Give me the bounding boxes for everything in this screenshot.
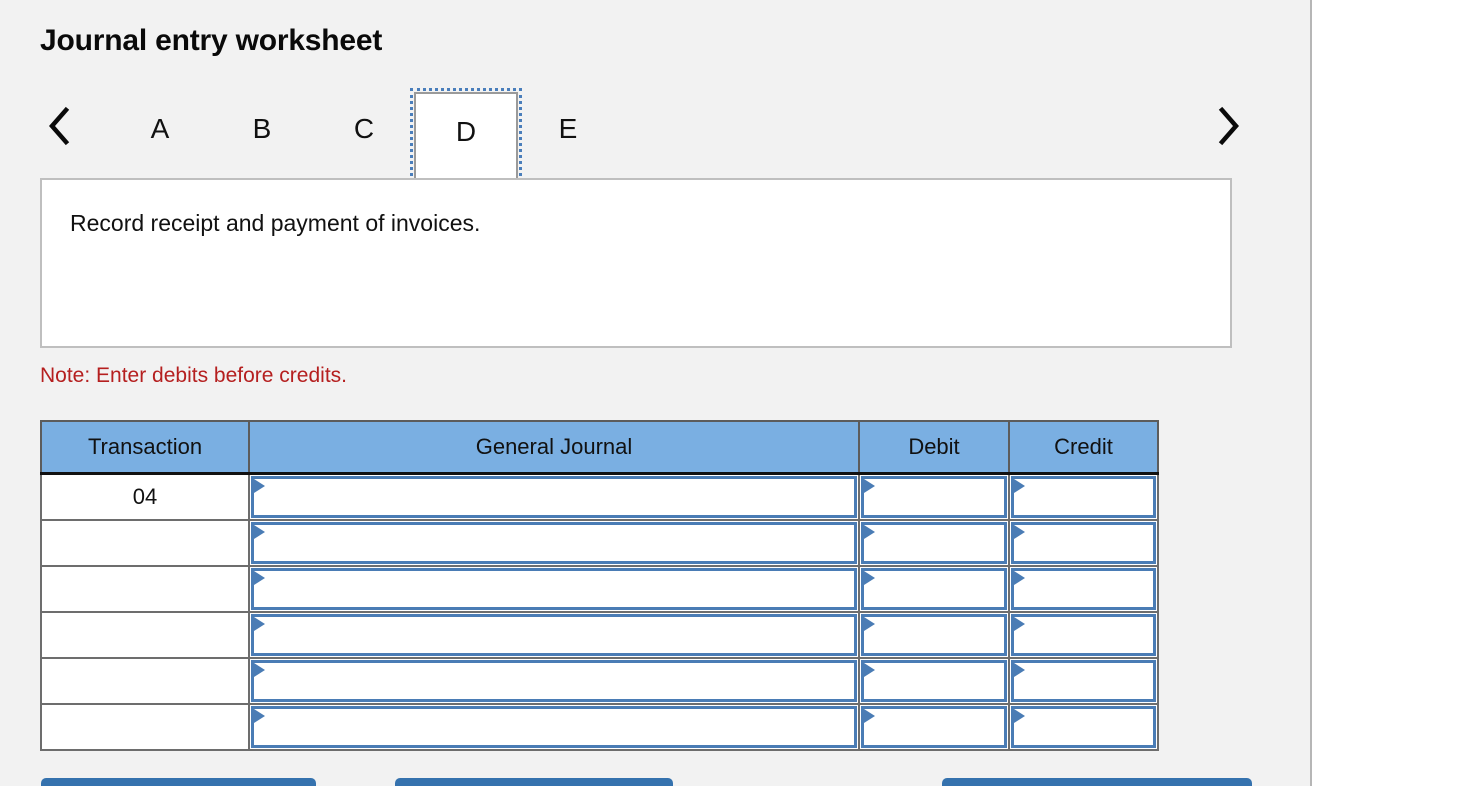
table-row <box>40 610 1159 659</box>
entry-description-text: Record receipt and payment of invoices. <box>70 210 481 236</box>
credit-input[interactable] <box>1011 705 1156 748</box>
debit-input[interactable] <box>861 475 1007 518</box>
credit-cell <box>1008 564 1159 613</box>
table-row <box>40 564 1159 613</box>
table-row <box>40 518 1159 567</box>
credit-cell <box>1008 518 1159 567</box>
credit-input[interactable] <box>1011 475 1156 518</box>
general-journal-input[interactable] <box>251 705 857 748</box>
debit-cell <box>858 656 1010 705</box>
debit-input[interactable] <box>861 567 1007 610</box>
chevron-left-icon[interactable] <box>38 100 80 152</box>
tab-d-label: D <box>455 116 477 147</box>
credit-input[interactable] <box>1011 659 1156 702</box>
credit-input[interactable] <box>1011 613 1156 656</box>
general-journal-input[interactable] <box>251 613 857 656</box>
credit-cell <box>1008 656 1159 705</box>
general-journal-cell <box>248 518 860 567</box>
tab-strip: A B C D E <box>38 88 1250 188</box>
credit-input[interactable] <box>1011 521 1156 564</box>
tab-b-label: B <box>252 113 272 144</box>
entry-description-box: Record receipt and payment of invoices. <box>40 178 1232 348</box>
general-journal-cell <box>248 472 860 521</box>
transaction-number-cell <box>40 518 250 567</box>
general-journal-input[interactable] <box>251 521 857 564</box>
credit-cell <box>1008 472 1159 521</box>
credit-cell <box>1008 702 1159 751</box>
tab-e-label: E <box>558 113 578 144</box>
tab-c-label: C <box>353 113 375 144</box>
column-header-debit: Debit <box>858 420 1010 475</box>
transaction-number-cell <box>40 702 250 751</box>
table-header-row: Transaction General Journal Debit Credit <box>40 420 1159 475</box>
column-header-credit: Credit <box>1008 420 1159 475</box>
content-pane: Journal entry worksheet A B C D E Record… <box>0 0 1310 786</box>
general-journal-cell <box>248 702 860 751</box>
transaction-number-cell <box>40 610 250 659</box>
general-journal-cell <box>248 564 860 613</box>
debit-cell <box>858 564 1010 613</box>
tab-e[interactable]: E <box>516 92 620 182</box>
debit-cell <box>858 472 1010 521</box>
column-header-transaction: Transaction <box>40 420 250 475</box>
journal-entry-worksheet-page: Journal entry worksheet A B C D E Record… <box>0 0 1466 786</box>
table-row <box>40 656 1159 705</box>
tab-c[interactable]: C <box>312 92 416 182</box>
debits-before-credits-note: Note: Enter debits before credits. <box>40 364 347 387</box>
general-journal-cell <box>248 610 860 659</box>
credit-input[interactable] <box>1011 567 1156 610</box>
transaction-number-cell <box>40 656 250 705</box>
tab-d[interactable]: D <box>410 88 522 188</box>
view-general-journal-button[interactable]: View general journal <box>942 778 1252 786</box>
general-journal-cell <box>248 656 860 705</box>
general-journal-input[interactable] <box>251 475 857 518</box>
journal-entry-table: Transaction General Journal Debit Credit… <box>40 420 1159 751</box>
tab-b[interactable]: B <box>210 92 314 182</box>
tab-a-label: A <box>150 113 170 144</box>
debit-cell <box>858 518 1010 567</box>
chevron-right-icon[interactable] <box>1208 100 1250 152</box>
debit-input[interactable] <box>861 521 1007 564</box>
record-entry-button[interactable]: Record entry <box>41 778 316 786</box>
debit-input[interactable] <box>861 613 1007 656</box>
general-journal-input[interactable] <box>251 659 857 702</box>
tab-a[interactable]: A <box>108 92 212 182</box>
table-row <box>40 702 1159 751</box>
transaction-number-cell <box>40 564 250 613</box>
pane-divider <box>1310 0 1312 786</box>
transaction-number-cell: 04 <box>40 472 250 521</box>
clear-entry-button[interactable]: Clear entry <box>395 778 673 786</box>
page-title: Journal entry worksheet <box>40 24 383 57</box>
debit-cell <box>858 610 1010 659</box>
general-journal-input[interactable] <box>251 567 857 610</box>
table-row: 04 <box>40 472 1159 521</box>
column-header-general-journal: General Journal <box>248 420 860 475</box>
debit-input[interactable] <box>861 659 1007 702</box>
debit-cell <box>858 702 1010 751</box>
credit-cell <box>1008 610 1159 659</box>
debit-input[interactable] <box>861 705 1007 748</box>
